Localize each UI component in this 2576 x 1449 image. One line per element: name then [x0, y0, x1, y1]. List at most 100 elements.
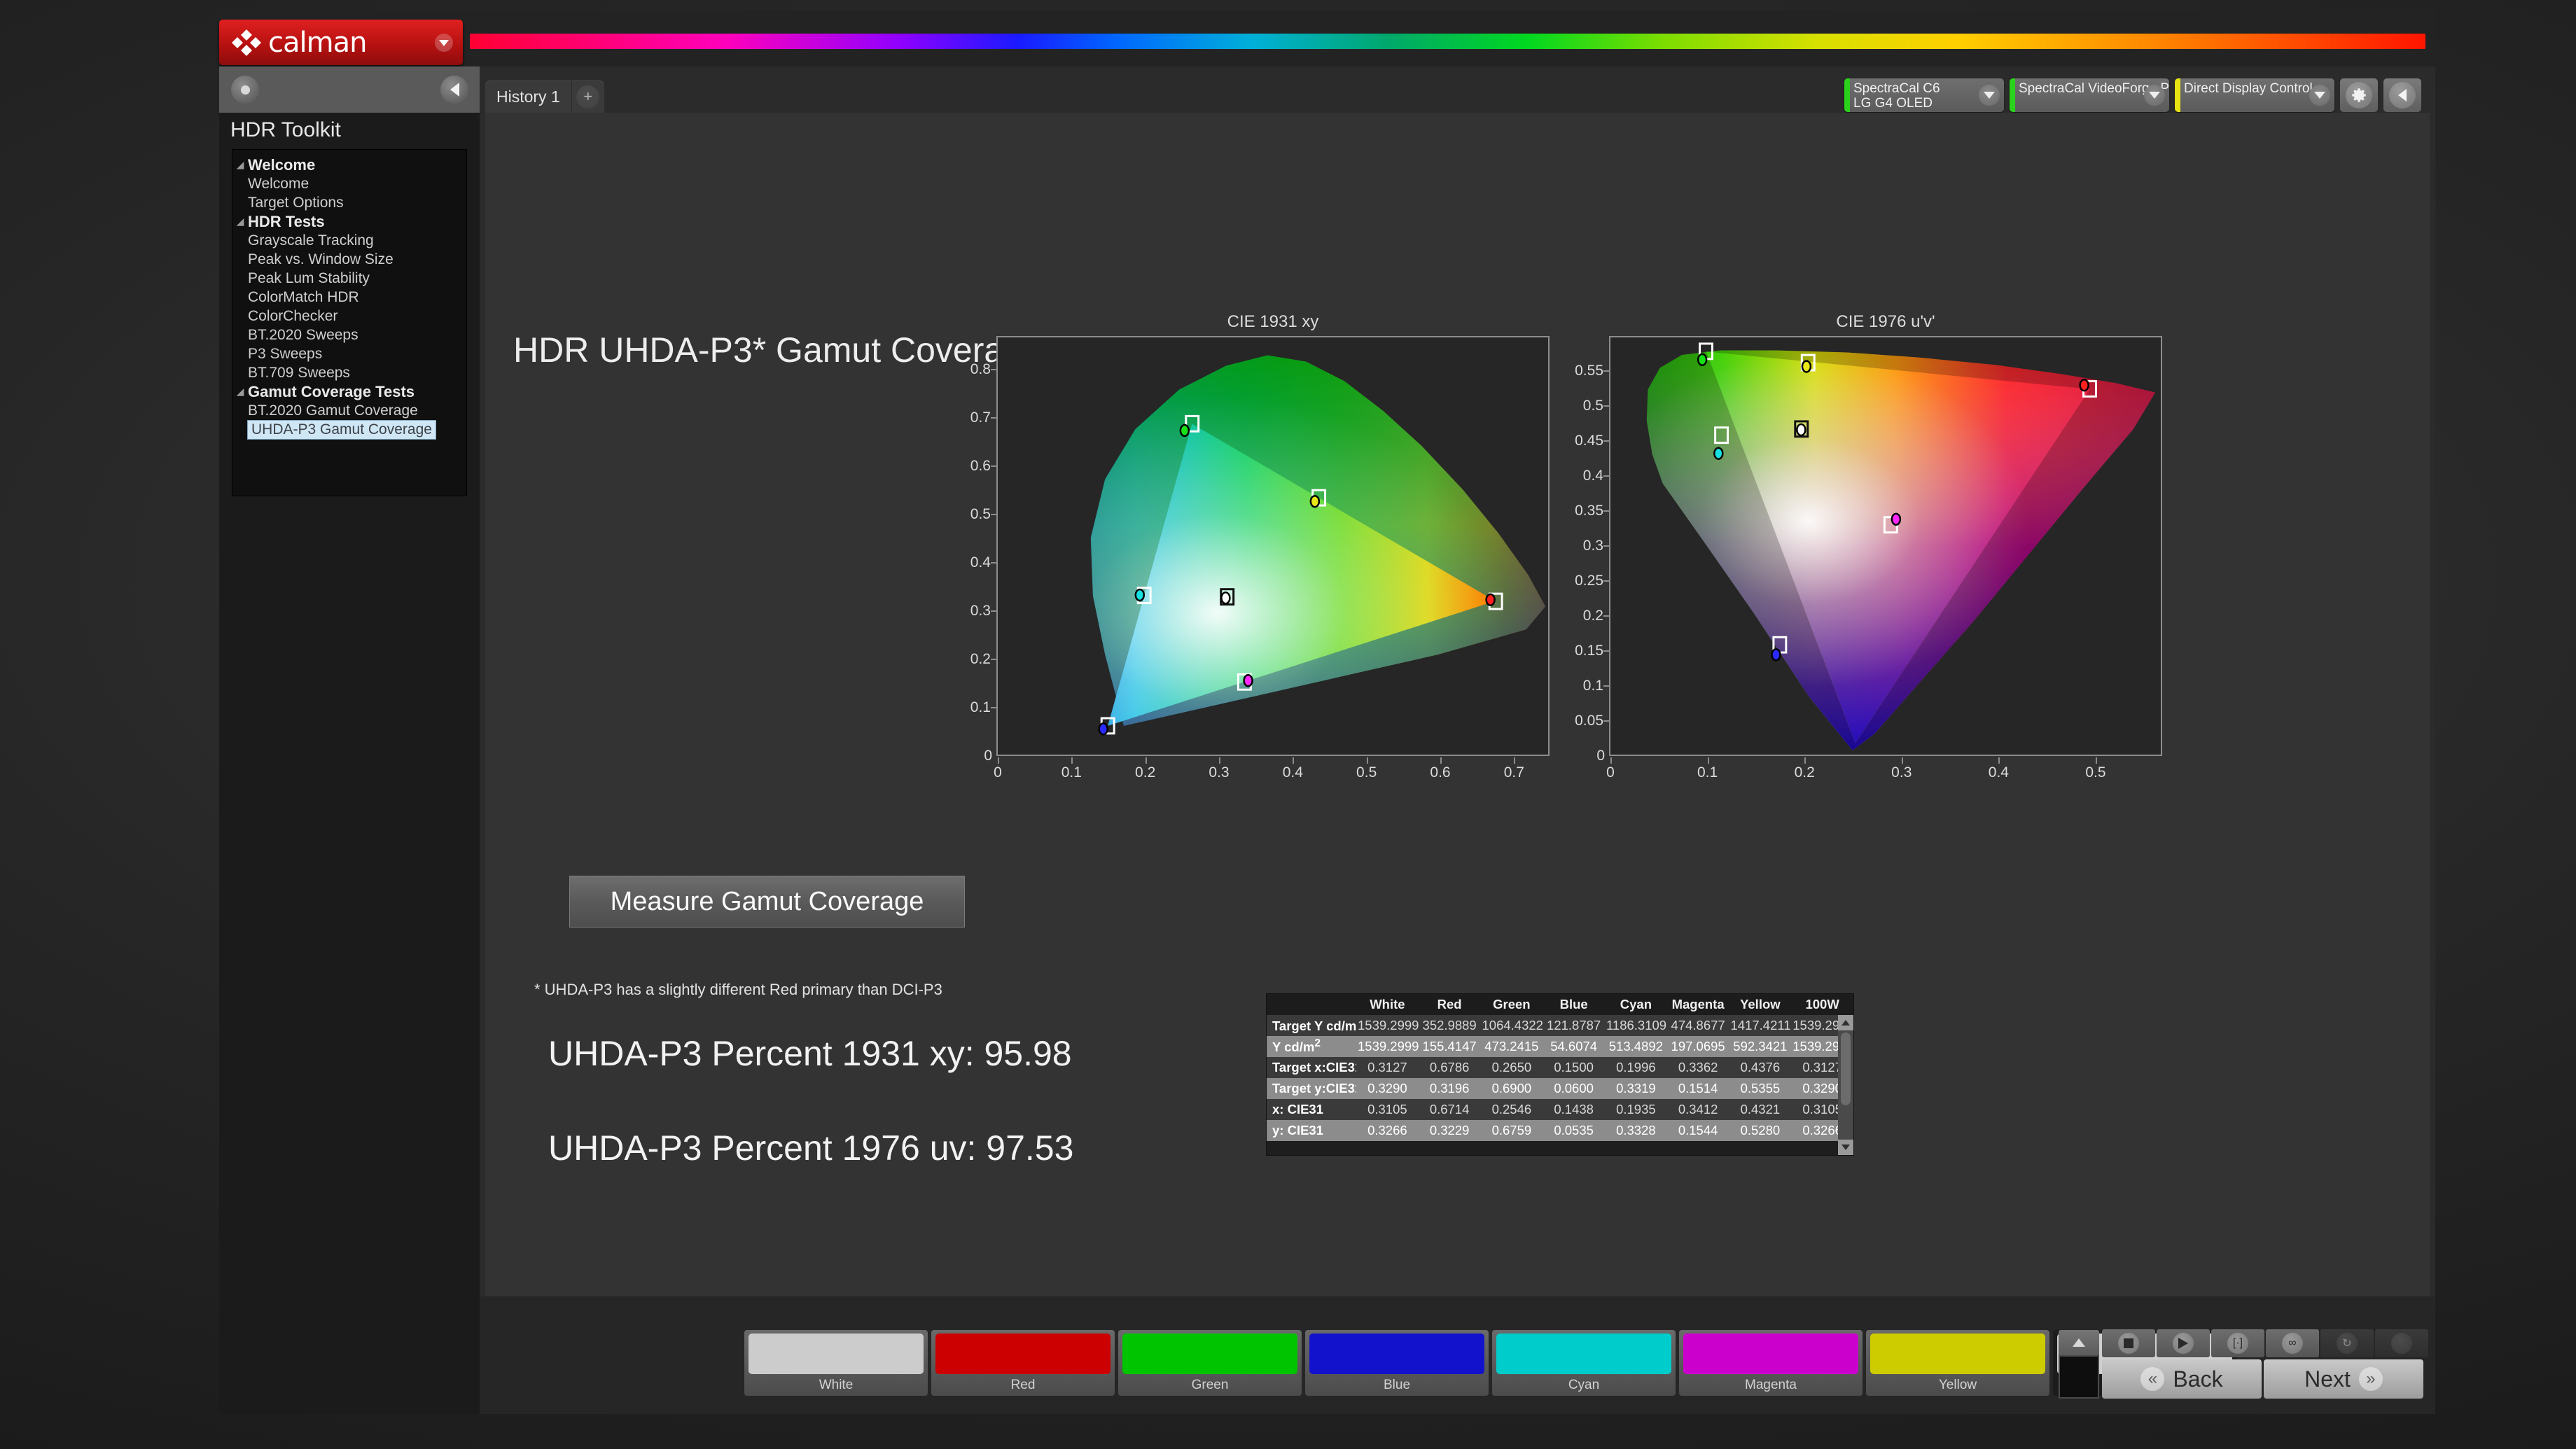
scroll-down-icon[interactable]	[1838, 1140, 1853, 1155]
tree-item-bt-709-sweeps[interactable]: BT.709 Sweeps	[232, 363, 466, 382]
chevron-down-icon[interactable]	[435, 34, 453, 52]
color-patch-cyan[interactable]: Cyan	[1492, 1330, 1676, 1396]
work-area: History 1 + SpectraCal C6 LG G4 OLED Spect…	[480, 66, 2435, 1414]
x-tick-mark	[1707, 757, 1709, 764]
table-cell: 0.5280	[1729, 1120, 1792, 1141]
plus-icon: +	[576, 85, 600, 108]
x-tick-label: 0.3	[1891, 764, 1912, 780]
y-tick-label: 0.6	[970, 458, 991, 475]
tree-item-grayscale-tracking[interactable]: Grayscale Tracking	[232, 231, 466, 250]
chevron-down-icon[interactable]	[2309, 85, 2330, 106]
device-button-group: SpectraCal C6 LG G4 OLED SpectraCal VideoF…	[1844, 78, 2421, 112]
tree-item-label: Target Options	[248, 194, 344, 211]
measure-gamut-coverage-button[interactable]: Measure Gamut Coverage	[569, 876, 965, 927]
tree-item-colormatch-hdr[interactable]: ColorMatch HDR	[232, 288, 466, 307]
tab-history-1[interactable]: History 1	[485, 80, 572, 113]
color-patch-red[interactable]: Red	[931, 1330, 1115, 1396]
table-cell: 0.3196	[1418, 1078, 1481, 1099]
back-button[interactable]: « Back	[2102, 1359, 2262, 1399]
workflow-tree[interactable]: ◢ Welcome Welcome Target Options ◢ HDR Tests G…	[232, 149, 467, 496]
tree-item-colorchecker[interactable]: ColorChecker	[232, 307, 466, 326]
next-button[interactable]: Next »	[2264, 1359, 2423, 1399]
table-row-label: Y cd/m2	[1267, 1036, 1356, 1057]
back-button-label: Back	[2173, 1366, 2223, 1392]
y-tick-mark	[991, 514, 997, 516]
color-patch-green[interactable]: Green	[1118, 1330, 1302, 1396]
color-patch-white[interactable]: White	[744, 1330, 928, 1396]
tree-item-target-options[interactable]: Target Options	[232, 193, 466, 212]
chevron-down-icon[interactable]	[1979, 85, 2000, 106]
bottom-bar: WhiteRedGreenBlueCyanMagentaYellow100W […	[480, 1296, 2435, 1414]
scrollbar-thumb[interactable]	[1841, 1032, 1851, 1105]
level-up-icon[interactable]	[2059, 1330, 2099, 1355]
device-button-2[interactable]: Direct Display Control	[2175, 78, 2334, 112]
tree-group-hdr-tests[interactable]: ◢ HDR Tests	[232, 212, 466, 231]
table-row-label: Target y:CIE31	[1267, 1078, 1356, 1099]
sidebar-menu-icon[interactable]	[231, 76, 259, 104]
cie-1976-uv-chart: CIE 1976 u'v' 0 0.1 0.2 0.3 0.4 0.5 0 0.…	[1575, 312, 2162, 788]
x-tick-mark	[1514, 757, 1516, 764]
tree-item-bt-2020-gamut-coverage[interactable]: BT.2020 Gamut Coverage	[232, 401, 466, 420]
tree-item-p3-sweeps[interactable]: P3 Sweeps	[232, 344, 466, 363]
y-tick-mark	[1603, 475, 1610, 477]
device-button-1[interactable]: SpectraCal VideoForge Pro	[2010, 78, 2169, 112]
table-cell: 0.5355	[1729, 1078, 1792, 1099]
tree-item-label: ColorMatch HDR	[248, 288, 359, 305]
table-row[interactable]: Target y:CIE31 0.3290 0.3196 0.6900 0.0600 0.…	[1267, 1078, 1853, 1099]
x-tick-mark	[1219, 757, 1220, 764]
y-tick-mark	[1603, 545, 1610, 547]
chevron-right-icon: »	[2358, 1367, 2383, 1391]
color-patch-blue[interactable]: Blue	[1305, 1330, 1489, 1396]
chart-title-1976: CIE 1976 u'v'	[1836, 312, 1935, 331]
blank-button[interactable]	[2375, 1329, 2428, 1357]
stop-button[interactable]	[2102, 1329, 2155, 1357]
chevron-down-icon[interactable]	[2144, 85, 2165, 106]
table-scrollbar[interactable]	[1838, 1015, 1853, 1155]
patch-label: White	[819, 1378, 854, 1392]
y-tick-label: 0.1	[1582, 678, 1603, 694]
tree-group-gamut-coverage-tests[interactable]: ◢ Gamut Coverage Tests	[232, 382, 466, 401]
table-cell: 0.3412	[1666, 1099, 1729, 1120]
calman-logo-button[interactable]: calman	[219, 20, 463, 65]
sidebar-collapse-icon[interactable]	[440, 76, 468, 104]
y-tick-label: 0.35	[1575, 503, 1603, 519]
table-row[interactable]: Y cd/m2 1539.2999 155.4147 473.2415 54.6074 5…	[1267, 1036, 1853, 1057]
tree-group-welcome[interactable]: ◢ Welcome	[232, 155, 466, 174]
collapse-panel-button[interactable]	[2383, 78, 2421, 112]
table-cell: 1417.4211	[1729, 1015, 1792, 1036]
tree-item-uhda-p3-gamut-coverage[interactable]: UHDA-P3 Gamut Coverage	[232, 419, 466, 440]
y-tick-label: 0.25	[1575, 573, 1603, 589]
infinity-button[interactable]: ∞	[2266, 1329, 2319, 1357]
tab-strip: History 1 + SpectraCal C6 LG G4 OLED Spect…	[480, 66, 2435, 113]
expand-arrow-icon[interactable]: ◢	[232, 216, 248, 227]
bracket-button[interactable]: [·]	[2211, 1329, 2264, 1357]
tree-item-peak-vs-window-size[interactable]: Peak vs. Window Size	[232, 250, 466, 269]
table-row[interactable]: Target x:CIE31 0.3127 0.6786 0.2650 0.1500 0.…	[1267, 1057, 1853, 1078]
tree-item-bt-2020-sweeps[interactable]: BT.2020 Sweeps	[232, 326, 466, 344]
tree-item-welcome[interactable]: Welcome	[232, 174, 466, 193]
table-row[interactable]: y: CIE31 0.3266 0.3229 0.6759 0.0535 0.3328 0.…	[1267, 1120, 1853, 1141]
x-tick-mark	[1610, 757, 1612, 764]
table-column-header: Yellow	[1729, 994, 1792, 1015]
color-patch-yellow[interactable]: Yellow	[1866, 1330, 2049, 1396]
tree-item-peak-lum-stability[interactable]: Peak Lum Stability	[232, 269, 466, 288]
scroll-up-icon[interactable]	[1838, 1015, 1853, 1030]
chart-plot-area-1976[interactable]	[1609, 336, 2162, 756]
patch-level-control[interactable]	[2059, 1330, 2099, 1399]
patch-label: Blue	[1383, 1378, 1411, 1392]
device-button-0[interactable]: SpectraCal C6 LG G4 OLED	[1844, 78, 2004, 112]
chart-plot-area-1931[interactable]	[996, 336, 1550, 756]
table-row[interactable]: x: CIE31 0.3105 0.6714 0.2546 0.1438 0.1935 0.…	[1267, 1099, 1853, 1120]
color-patch-magenta[interactable]: Magenta	[1679, 1330, 1863, 1396]
table-row[interactable]: Target Y cd/m21539.2999352.98891064.4322…	[1267, 1015, 1853, 1036]
expand-arrow-icon[interactable]: ◢	[232, 386, 248, 398]
add-tab-button[interactable]: +	[572, 80, 604, 113]
play-button[interactable]	[2157, 1329, 2210, 1357]
expand-arrow-icon[interactable]: ◢	[232, 159, 248, 171]
measurement-table[interactable]: White Red Green Blue Cyan Magenta Yellow 100W T…	[1266, 993, 1854, 1156]
table-cell: 352.9889	[1418, 1015, 1481, 1036]
settings-button[interactable]	[2340, 78, 2378, 112]
measured-marker-yellow	[1309, 495, 1321, 508]
refresh-button[interactable]: ↻	[2320, 1329, 2374, 1357]
measured-marker-magenta	[1243, 674, 1253, 687]
